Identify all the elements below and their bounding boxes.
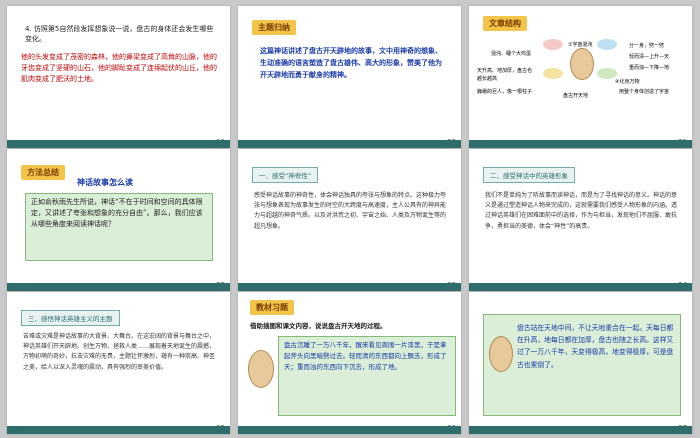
slide-21-heading: 文章结构 bbox=[483, 16, 527, 31]
left-node: 巍峨的巨人，像一根柱子 bbox=[477, 89, 533, 95]
slide-footer-bar bbox=[469, 283, 692, 291]
leaf-decoration bbox=[597, 68, 617, 79]
slide-22[interactable]: 方法总结 神话故事怎么读 正如俞秋雨先生所说，神话“不在于时间和空间的具体限定，… bbox=[7, 149, 230, 291]
slide-21[interactable]: 文章结构 盘古开天地 混沌、睡个大鸡蛋 天升高、地加厚，盘古也越长越高 巍峨的巨… bbox=[469, 6, 692, 148]
leaf-decoration bbox=[597, 39, 617, 50]
slide-19-title: 4. 仿照第5自然段发挥想象说一说，盘古的身体还会发生哪些变化。 bbox=[25, 25, 214, 44]
slide-footer-bar bbox=[7, 140, 230, 148]
pangu-figure-icon bbox=[570, 48, 594, 80]
right-node: ④化身万物 bbox=[615, 79, 640, 85]
slide-25-section: 三、感悟神话英雄主义的主题 bbox=[21, 310, 120, 326]
slide-20-body: 这篇神话讲述了盘古开天辟地的故事，文中用神奇的想象、生动准确的语言塑造了盘古雄伟… bbox=[260, 47, 442, 79]
pangu-figure-icon bbox=[489, 336, 513, 372]
slide-footer-bar bbox=[7, 283, 230, 291]
left-node: 混沌、睡个大鸡蛋 bbox=[491, 51, 532, 57]
slide-22-body: 正如俞秋雨先生所说，神话“不在于时间和空间的具体限定，又讲述了夸张和想象的充分自… bbox=[31, 198, 203, 229]
slide-22-heading: 方法总结 bbox=[21, 165, 65, 180]
pangu-figure-icon bbox=[248, 350, 274, 388]
right-detail: 分一身，劈一劈 bbox=[629, 43, 665, 49]
slide-19-answer: 他的头发变成了茂密的森林，他的鼻梁变成了高耸的山脉，他的牙齿变成了坚硬的山石，他… bbox=[21, 53, 217, 84]
slide-25[interactable]: 三、感悟神话英雄主义的主题 苦难或灾难是神话故事的大背景、大舞台。在这宏阔的背景… bbox=[7, 292, 230, 434]
left-node: 天升高、地加厚，盘古也越长越高 bbox=[477, 68, 533, 82]
slide-19[interactable]: 4. 仿照第5自然段发挥想象说一说，盘古的身体还会发生哪些变化。 他的头发变成了… bbox=[7, 6, 230, 148]
leaf-decoration bbox=[543, 68, 563, 79]
slide-26[interactable]: 教材习题 借助插图和课文内容，说说盘古开天地的过程。 盘古沉睡了一万八千年，醒来… bbox=[238, 292, 461, 434]
slide-24-section: 二、感受神话中的英雄形象 bbox=[483, 167, 575, 183]
slide-23-section: 一、感受“神奇性” bbox=[252, 167, 319, 183]
center-label: 盘古开天地 bbox=[563, 93, 589, 99]
slide-27[interactable]: 盘古站在天地中间，不让天地重合在一起。天每日都在升高，地每日都在加厚，盘古也随之… bbox=[469, 292, 692, 434]
slide-23-body: 感受神话故事的神奇性，体会神话独具的夸张与想象的特点。这种极力夸张与想象表现为故… bbox=[254, 192, 447, 230]
slide-27-answer: 盘古站在天地中间，不让天地重合在一起。天每日都在升高，地每日都在加厚，盘古也随之… bbox=[517, 324, 674, 369]
right-detail: 重而浊—下降—地 bbox=[629, 65, 670, 71]
slide-footer-bar bbox=[469, 426, 692, 434]
right-node: ①宇宙混沌 bbox=[568, 42, 593, 48]
slide-25-body: 苦难或灾难是神话故事的大背景、大舞台。在这宏阔的背景与舞台之中，神话英雄们开天辟… bbox=[23, 333, 216, 371]
slide-23[interactable]: 一、感受“神奇性” 感受神话故事的神奇性，体会神话独具的夸张与想象的特点。这种极… bbox=[238, 149, 461, 291]
slide-22-subheading: 神话故事怎么读 bbox=[77, 178, 133, 187]
slide-footer-bar bbox=[238, 426, 461, 434]
slide-footer-bar bbox=[238, 283, 461, 291]
right-detail: 轻而清—上升—天 bbox=[629, 54, 670, 60]
slide-24[interactable]: 二、感受神话中的英雄形象 我们不是单纯为了听故事而读神话，而是为了寻找神话的意义… bbox=[469, 149, 692, 291]
slide-20-heading: 主题归纳 bbox=[252, 20, 296, 35]
slide-footer-bar bbox=[469, 140, 692, 148]
leaf-decoration bbox=[543, 39, 563, 50]
slide-footer-bar bbox=[7, 426, 230, 434]
slide-20[interactable]: 主题归纳 这篇神话讲述了盘古开天辟地的故事，文中用神奇的想象、生动准确的语言塑造… bbox=[238, 6, 461, 148]
slide-26-heading: 教材习题 bbox=[250, 300, 294, 315]
slide-26-answer: 盘古沉睡了一万八千年，醒来看见周围一片漆黑，于是拿起斧头向黑暗劈过去。轻而清的东… bbox=[284, 341, 447, 372]
right-detail: 用整个身体创造了宇宙 bbox=[619, 89, 670, 95]
slide-footer-bar bbox=[238, 140, 461, 148]
slide-26-question: 借助插图和课文内容，说说盘古开天地的过程。 bbox=[250, 322, 387, 330]
slide-24-body: 我们不是单纯为了听故事而读神话，而是为了寻找神话的意义。神话的意义是通过塑造神话… bbox=[485, 192, 678, 230]
